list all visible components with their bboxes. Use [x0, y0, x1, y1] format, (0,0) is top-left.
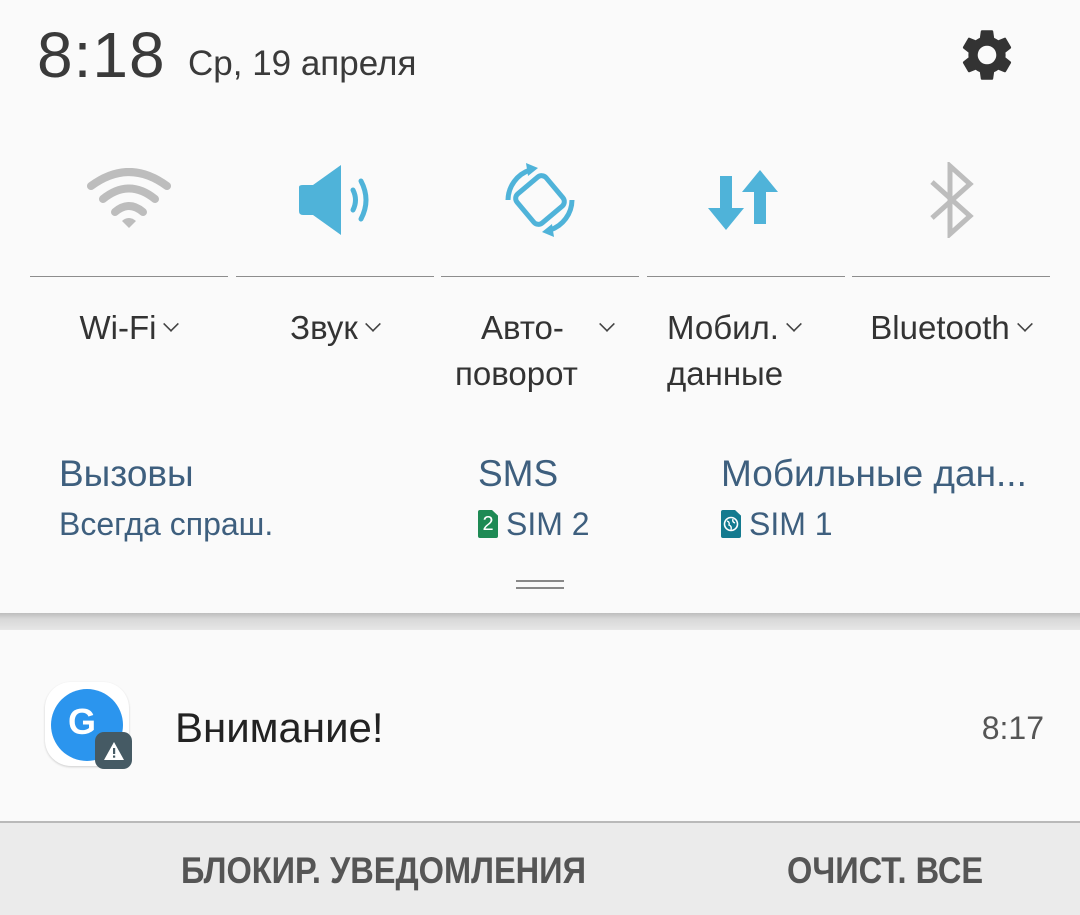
bluetooth-icon	[852, 150, 1050, 250]
toggle-label-text: Авто-	[481, 309, 564, 346]
clock: 8:18	[37, 19, 166, 91]
drag-handle[interactable]	[516, 580, 564, 592]
chevron-down-icon	[1016, 316, 1033, 332]
toggle-autorotate[interactable]: Авто- поворот	[441, 150, 639, 410]
toggle-wifi[interactable]: Wi-Fi	[30, 150, 228, 410]
data-arrows-icon	[647, 150, 845, 250]
toggle-label-text: Звук	[290, 309, 358, 346]
block-notifications-button[interactable]: БЛОКИР. УВЕДОМЛЕНИЯ	[181, 849, 586, 893]
clear-all-button[interactable]: ОЧИСТ. ВСЕ	[787, 849, 983, 893]
sim-mobile-data-setting[interactable]: Мобильные дан... SIM 1	[721, 450, 1027, 546]
chevron-down-icon	[786, 316, 802, 332]
warning-icon	[95, 732, 132, 769]
notification-title: Внимание!	[175, 704, 384, 751]
sim-2-icon: 2	[478, 510, 498, 538]
toggle-divider	[647, 276, 845, 277]
sim-mobile-data-value: SIM 1	[749, 506, 833, 542]
toggle-sound-label[interactable]: Звук	[236, 305, 434, 351]
panel-shadow	[0, 613, 1080, 630]
toggle-divider	[30, 276, 228, 277]
sim-calls-title: Вызовы	[59, 453, 194, 494]
toggle-sound[interactable]: Звук	[236, 150, 434, 410]
chevron-down-icon	[598, 316, 615, 332]
notification-item[interactable]: G Внимание! 8:17	[0, 630, 1080, 822]
quick-settings-panel: 8:18 Ср, 19 апреля Wi-Fi Звук Авто- пово…	[0, 0, 1080, 613]
rotate-icon	[441, 150, 639, 250]
settings-button[interactable]	[952, 20, 1022, 90]
chevron-down-icon	[163, 316, 180, 332]
toggle-bluetooth[interactable]: Bluetooth	[852, 150, 1050, 410]
globe-icon	[721, 510, 741, 538]
toggle-divider	[236, 276, 434, 277]
sim-calls-setting[interactable]: Вызовы Всегда спраш.	[59, 450, 273, 546]
wifi-icon	[30, 150, 228, 250]
toggle-divider	[441, 276, 639, 277]
sim-sms-title: SMS	[478, 453, 559, 494]
notification-actions-bar: БЛОКИР. УВЕДОМЛЕНИЯ ОЧИСТ. ВСЕ	[0, 821, 1080, 915]
notification-time: 8:17	[981, 710, 1044, 746]
sim-sms-setting[interactable]: SMS 2 SIM 2	[478, 450, 590, 546]
sim-mobile-data-title: Мобильные дан...	[721, 453, 1027, 494]
toggle-autorotate-label[interactable]: Авто- поворот	[455, 305, 639, 397]
gear-icon	[962, 30, 1012, 80]
date: Ср, 19 апреля	[188, 44, 417, 83]
toggle-mobile-data-label[interactable]: Мобил. данные	[667, 305, 845, 397]
toggle-divider	[852, 276, 1050, 277]
toggle-wifi-label[interactable]: Wi-Fi	[30, 305, 228, 351]
speaker-icon	[236, 150, 434, 250]
chevron-down-icon	[364, 316, 381, 332]
toggle-label-text: Мобил.	[667, 309, 779, 346]
sim-calls-value: Всегда спраш.	[59, 506, 274, 542]
toggle-bluetooth-label[interactable]: Bluetooth	[852, 305, 1050, 351]
toggle-label-text-line2: данные	[667, 355, 784, 392]
toggle-mobile-data[interactable]: Мобил. данные	[647, 150, 845, 410]
toggle-label-text-line2: поворот	[455, 355, 578, 392]
toggle-label-text: Bluetooth	[870, 309, 1010, 346]
toggle-label-text: Wi-Fi	[79, 309, 157, 346]
sim-sms-value: SIM 2	[506, 506, 590, 542]
google-g-icon: G	[45, 682, 132, 769]
